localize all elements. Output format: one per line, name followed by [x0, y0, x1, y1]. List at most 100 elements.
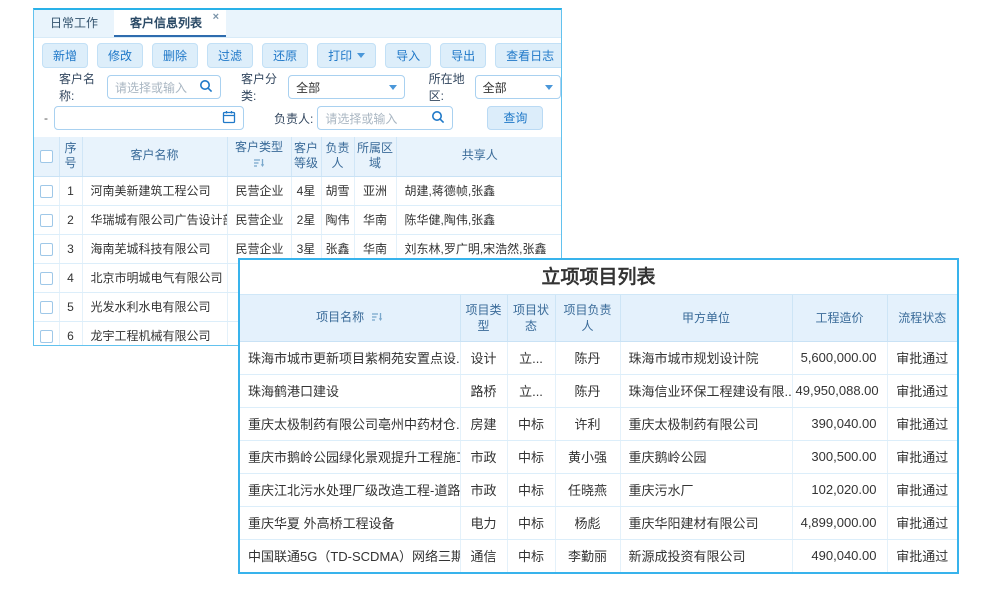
cell-shared: 陈华健,陶伟,张鑫	[396, 205, 562, 234]
toolbar: 新增 修改 删除 过滤 还原 打印 导入 导出 查看日志	[34, 38, 561, 68]
close-icon[interactable]: ×	[213, 10, 219, 24]
col-project-name-label: 项目名称	[316, 310, 364, 324]
table-row: 珠海市城市更新项目紫桐苑安置点设... 设计 立... 陈丹 珠海市城市规划设计…	[240, 341, 957, 374]
filter-button[interactable]: 过滤	[207, 43, 253, 68]
region-value: 全部	[483, 79, 507, 96]
manager-link[interactable]: 胡雪	[321, 176, 354, 205]
cell-client: 重庆华阳建材有限公司	[620, 506, 792, 539]
manager-placeholder: 请选择或输入	[325, 110, 397, 127]
cell-no: 1	[59, 176, 82, 205]
sort-icon[interactable]	[372, 310, 383, 326]
tab-label: 客户信息列表	[130, 16, 202, 30]
export-button[interactable]: 导出	[440, 43, 486, 68]
manager-link[interactable]: 陶伟	[321, 205, 354, 234]
page-title: 立项项目列表	[240, 260, 957, 295]
view-log-button[interactable]: 查看日志	[495, 43, 562, 68]
flow-status-link[interactable]: 审批通过	[887, 407, 957, 440]
row-checkbox[interactable]	[40, 301, 53, 314]
project-name-link[interactable]: 重庆江北污水处理厂级改造工程-道路...	[240, 473, 460, 506]
project-name-link[interactable]: 珠海市城市更新项目紫桐苑安置点设...	[240, 341, 460, 374]
edit-button[interactable]: 修改	[97, 43, 143, 68]
manager-link[interactable]: 任晓燕	[555, 473, 620, 506]
region-select[interactable]: 全部	[475, 75, 561, 99]
cell-status: 中标	[507, 539, 555, 572]
add-button[interactable]: 新增	[42, 43, 88, 68]
calendar-icon[interactable]	[222, 110, 236, 127]
cell-cost: 300,500.00	[792, 440, 887, 473]
cell-type: 路桥	[460, 374, 507, 407]
manager-link[interactable]: 许利	[555, 407, 620, 440]
tab-customer-info-list[interactable]: 客户信息列表 ×	[114, 10, 226, 37]
col-project-name[interactable]: 项目名称	[240, 295, 460, 341]
date-input[interactable]	[54, 106, 244, 130]
cell-type: 设计	[460, 341, 507, 374]
flow-status-link[interactable]: 审批通过	[887, 473, 957, 506]
project-name-link[interactable]: 重庆市鹅岭公园绿化景观提升工程施工	[240, 440, 460, 473]
cell-type: 通信	[460, 539, 507, 572]
col-project-status: 项目状态	[507, 295, 555, 341]
customer-name-link[interactable]: 龙宇工程机械有限公司	[82, 321, 227, 346]
sort-icon[interactable]	[254, 157, 265, 173]
cell-type: 民营企业	[227, 176, 291, 205]
flow-status-link[interactable]: 审批通过	[887, 440, 957, 473]
project-name-link[interactable]: 重庆华夏 外高桥工程设备	[240, 506, 460, 539]
row-checkbox[interactable]	[40, 330, 53, 343]
customer-name-placeholder: 请选择或输入	[115, 79, 187, 96]
select-all-checkbox[interactable]	[40, 150, 53, 163]
flow-status-link[interactable]: 审批通过	[887, 539, 957, 572]
cell-status: 中标	[507, 506, 555, 539]
customer-category-select[interactable]: 全部	[288, 75, 405, 99]
query-button[interactable]: 查询	[487, 106, 543, 130]
manager-input[interactable]: 请选择或输入	[317, 106, 453, 130]
search-icon[interactable]	[199, 79, 213, 96]
row-checkbox[interactable]	[40, 243, 53, 256]
customer-name-link[interactable]: 河南美新建筑工程公司	[82, 176, 227, 205]
cell-region: 亚洲	[354, 176, 396, 205]
customer-name-link[interactable]: 华瑞城有限公司广告设计部	[82, 205, 227, 234]
project-name-link[interactable]: 重庆太极制药有限公司亳州中药材仓...	[240, 407, 460, 440]
cell-type: 市政	[460, 440, 507, 473]
cell-type: 电力	[460, 506, 507, 539]
cell-status: 中标	[507, 440, 555, 473]
customer-name-link[interactable]: 海南芜城科技有限公司	[82, 234, 227, 263]
manager-link[interactable]: 陈丹	[555, 374, 620, 407]
restore-button[interactable]: 还原	[262, 43, 308, 68]
cell-type: 市政	[460, 473, 507, 506]
import-button[interactable]: 导入	[385, 43, 431, 68]
cell-no: 6	[59, 321, 82, 346]
cell-client: 重庆鹅岭公园	[620, 440, 792, 473]
manager-link[interactable]: 李勤丽	[555, 539, 620, 572]
manager-filter-label: 负责人:	[274, 110, 313, 127]
cell-status: 立...	[507, 341, 555, 374]
cell-no: 3	[59, 234, 82, 263]
customer-name-link[interactable]: 光发水利水电有限公司	[82, 292, 227, 321]
manager-link[interactable]: 陈丹	[555, 341, 620, 374]
project-table-header: 项目名称 项目类型 项目状态 项目负责人 甲方单位 工程造价 流程状态	[240, 295, 957, 341]
row-checkbox[interactable]	[40, 214, 53, 227]
col-shared: 共享人	[396, 137, 562, 176]
project-name-link[interactable]: 珠海鹤港口建设	[240, 374, 460, 407]
customer-name-link[interactable]: 北京市明城电气有限公司	[82, 263, 227, 292]
flow-status-link[interactable]: 审批通过	[887, 374, 957, 407]
customer-category-label: 客户分类:	[241, 70, 284, 104]
manager-link[interactable]: 黄小强	[555, 440, 620, 473]
cell-client: 重庆污水厂	[620, 473, 792, 506]
tab-daily-work[interactable]: 日常工作	[34, 10, 114, 37]
col-project-manager: 项目负责人	[555, 295, 620, 341]
col-region: 所属区域	[354, 137, 396, 176]
col-customer-type[interactable]: 客户类型	[227, 137, 291, 176]
cell-cost: 49,950,088.00	[792, 374, 887, 407]
cell-no: 5	[59, 292, 82, 321]
chevron-down-icon	[357, 53, 365, 58]
delete-button[interactable]: 删除	[152, 43, 198, 68]
manager-link[interactable]: 杨彪	[555, 506, 620, 539]
row-checkbox[interactable]	[40, 272, 53, 285]
project-name-link[interactable]: 中国联通5G（TD-SCDMA）网络三期...	[240, 539, 460, 572]
customer-name-input[interactable]: 请选择或输入	[107, 75, 221, 99]
flow-status-link[interactable]: 审批通过	[887, 341, 957, 374]
flow-status-link[interactable]: 审批通过	[887, 506, 957, 539]
cell-grade: 2星	[291, 205, 321, 234]
print-button[interactable]: 打印	[317, 43, 376, 68]
row-checkbox[interactable]	[40, 185, 53, 198]
search-icon[interactable]	[431, 110, 445, 127]
